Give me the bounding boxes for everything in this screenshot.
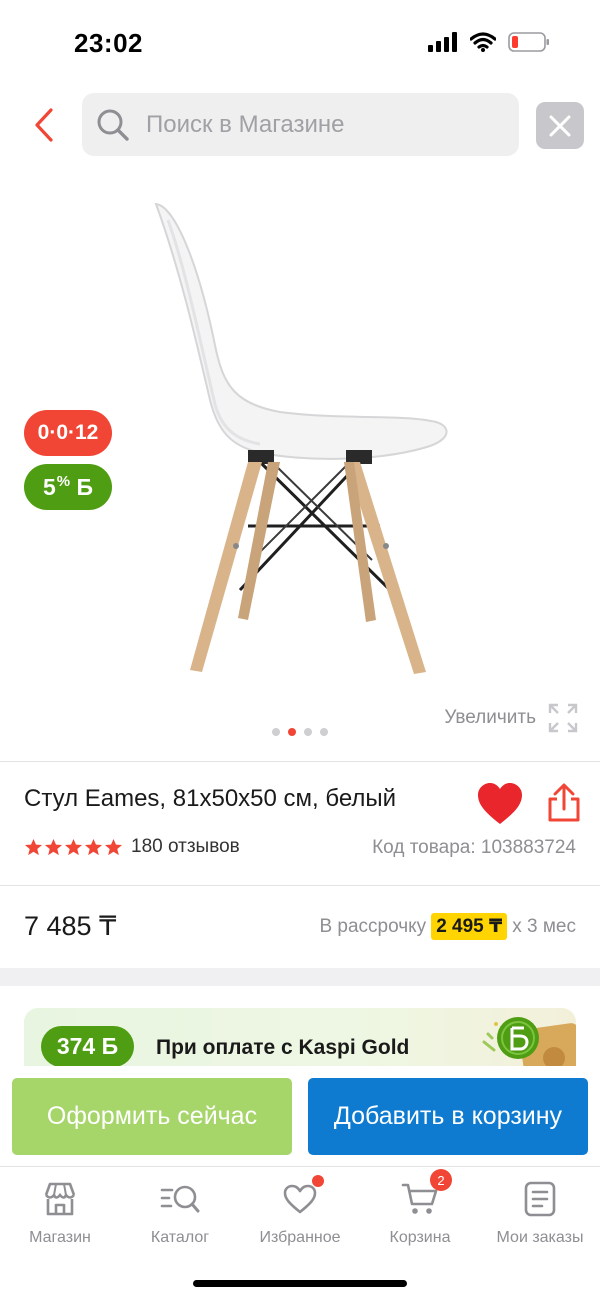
tab-label: Мои заказы — [496, 1229, 584, 1246]
zoom-button[interactable]: Увеличить — [444, 703, 578, 733]
share-button[interactable] — [547, 783, 581, 823]
section-separator — [0, 968, 600, 986]
heart-filled-icon — [478, 783, 522, 824]
tab-label: Каталог — [150, 1229, 210, 1246]
catalog-search-icon — [160, 1179, 200, 1219]
gallery-dot[interactable] — [304, 728, 312, 736]
reviews-link[interactable]: 180 отзывов — [131, 836, 240, 858]
installment-amount: 2 495 ₸ — [431, 913, 508, 940]
cart-icon: 2 — [400, 1169, 452, 1219]
add-to-cart-button[interactable]: Добавить в корзину — [308, 1078, 588, 1155]
sku-label: Код товара: — [372, 837, 476, 858]
tab-store[interactable]: Магазин — [0, 1179, 120, 1247]
product-image-chair[interactable] — [140, 200, 460, 680]
status-icons — [428, 32, 550, 52]
promo-bonus-pill: 374 Б — [41, 1026, 134, 1067]
tab-cart[interactable]: 2 Корзина — [360, 1169, 480, 1247]
bonus-badge-symbol: Б — [76, 473, 94, 500]
action-bar: Оформить сейчас Добавить в корзину — [0, 1066, 600, 1166]
star-icon — [104, 838, 123, 855]
status-bar: 23:02 — [0, 0, 600, 88]
installment-prefix: В рассрочку — [319, 915, 427, 937]
tab-catalog[interactable]: Каталог — [120, 1179, 240, 1247]
notification-dot — [312, 1175, 324, 1187]
rating-row: 180 отзывов — [24, 836, 240, 858]
star-icon — [84, 838, 103, 855]
gallery-dot[interactable] — [320, 728, 328, 736]
gallery-dot-active[interactable] — [288, 728, 296, 736]
star-icon — [64, 838, 83, 855]
sku-value: 103883724 — [480, 837, 576, 858]
signal-icon — [428, 32, 457, 52]
search-icon — [96, 108, 130, 142]
favorite-button[interactable] — [476, 782, 524, 826]
star-icon — [44, 838, 63, 855]
heart-outline-icon — [280, 1175, 324, 1219]
installment-info[interactable]: В рассрочку 2 495 ₸ x 3 мес — [319, 913, 576, 940]
search-input[interactable] — [146, 110, 486, 139]
product-title: Стул Eames, 81x50x50 см, белый — [24, 785, 397, 812]
bonus-badge-value: 5 — [42, 473, 56, 500]
bonus-badge: 5% Б — [24, 464, 112, 510]
cart-count-badge: 2 — [430, 1169, 452, 1191]
tab-bar: Магазин Каталог Избранное 2 Корзина Мои … — [0, 1166, 600, 1300]
home-indicator[interactable] — [193, 1280, 407, 1287]
chevron-left-icon — [35, 108, 53, 142]
bonus-badge-unit: % — [56, 472, 71, 490]
search-box[interactable] — [82, 93, 519, 156]
tab-favorites[interactable]: Избранное — [240, 1175, 360, 1247]
battery-low-icon — [508, 32, 549, 52]
product-sku: Код товара: 103883724 — [372, 837, 576, 859]
promo-text: При оплате с Kaspi Gold — [156, 1036, 410, 1059]
orders-icon — [520, 1179, 560, 1219]
product-gallery[interactable]: 0·0·12 5% Б Увеличить — [0, 170, 600, 760]
gallery-dot[interactable] — [272, 728, 280, 736]
zoom-label: Увеличить — [444, 707, 536, 728]
tab-label: Корзина — [389, 1229, 451, 1246]
installment-suffix: x 3 мес — [512, 915, 576, 937]
installment-badge: 0·0·12 — [24, 410, 112, 456]
status-time: 23:02 — [74, 28, 143, 58]
divider — [0, 885, 600, 886]
clear-search-button[interactable] — [536, 102, 584, 149]
close-icon — [549, 115, 571, 136]
star-icon — [24, 838, 43, 855]
expand-icon — [548, 703, 578, 733]
buy-now-button[interactable]: Оформить сейчас — [12, 1078, 292, 1155]
product-price: 7 485 ₸ — [24, 911, 117, 941]
gallery-pagination — [272, 728, 328, 736]
share-icon — [548, 783, 580, 822]
wifi-icon — [470, 32, 496, 52]
store-icon — [40, 1179, 80, 1219]
divider — [0, 761, 600, 762]
back-button[interactable] — [26, 104, 62, 146]
tab-label: Магазин — [29, 1229, 91, 1246]
tab-label: Избранное — [259, 1229, 341, 1246]
tab-orders[interactable]: Мои заказы — [480, 1179, 600, 1247]
rating-stars — [24, 838, 123, 857]
